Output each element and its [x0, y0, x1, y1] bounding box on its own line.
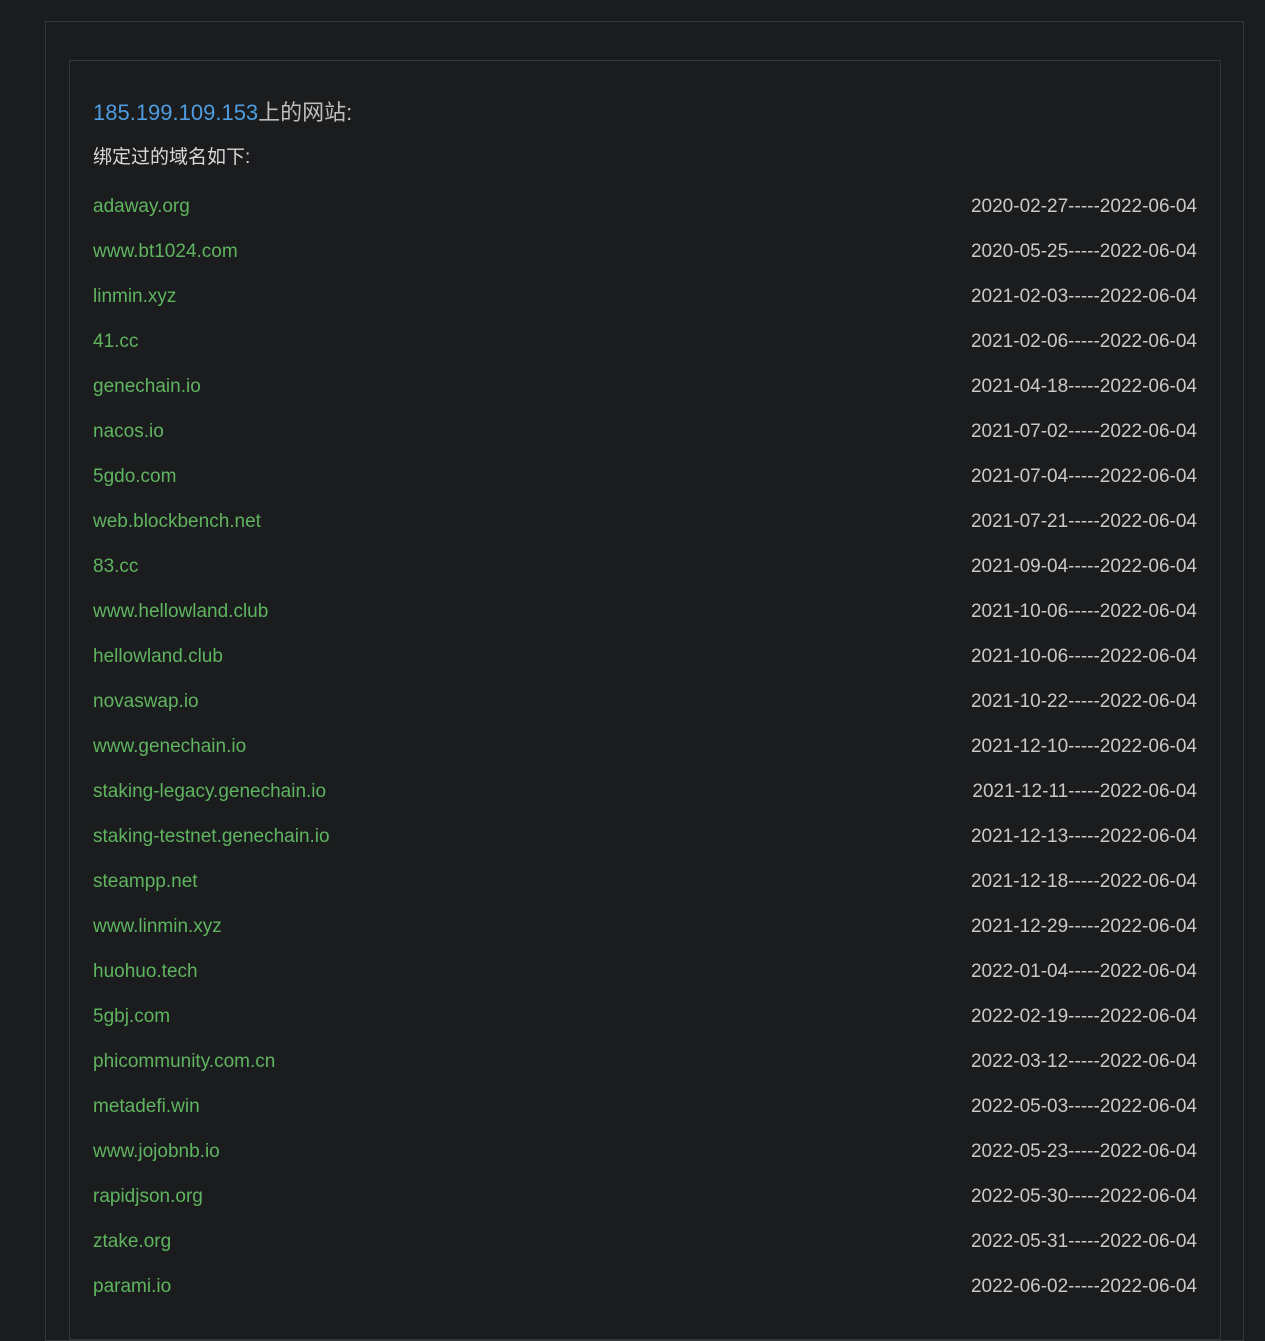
- list-item: adaway.org 2020-02-27-----2022-06-04: [93, 184, 1197, 229]
- list-item: 83.cc 2021-09-04-----2022-06-04: [93, 544, 1197, 589]
- domain-link[interactable]: www.genechain.io: [93, 736, 246, 758]
- list-item: www.hellowland.club 2021-10-06-----2022-0…: [93, 589, 1197, 634]
- domain-link[interactable]: web.blockbench.net: [93, 511, 261, 533]
- domain-link[interactable]: www.bt1024.com: [93, 241, 238, 263]
- site-list-content: 185.199.109.153上的网站: 绑定过的域名如下: adaway.or…: [93, 94, 1197, 1309]
- domain-link[interactable]: 41.cc: [93, 331, 138, 353]
- date-range: 2021-02-06-----2022-06-04: [970, 330, 1197, 352]
- domain-link[interactable]: metadefi.win: [93, 1096, 200, 1118]
- list-item: linmin.xyz 2021-02-03-----2022-06-04: [93, 274, 1197, 319]
- domain-link[interactable]: 5gdo.com: [93, 466, 176, 488]
- title-suffix: 上的网站:: [258, 100, 353, 125]
- date-range: 2020-02-27-----2022-06-04: [970, 195, 1197, 217]
- date-range: 2022-05-31-----2022-06-04: [970, 1230, 1197, 1252]
- domain-link[interactable]: rapidjson.org: [93, 1186, 203, 1208]
- date-range: 2021-12-13-----2022-06-04: [970, 825, 1197, 847]
- domain-link[interactable]: genechain.io: [93, 376, 201, 398]
- domain-link[interactable]: 83.cc: [93, 556, 138, 578]
- list-item: 5gbj.com 2022-02-19-----2022-06-04: [93, 994, 1197, 1039]
- date-range: 2022-05-03-----2022-06-04: [970, 1095, 1197, 1117]
- list-item: www.jojobnb.io 2022-05-23-----2022-06-04: [93, 1129, 1197, 1174]
- list-item: staking-legacy.genechain.io 2021-12-11---…: [93, 769, 1197, 814]
- date-range: 2021-07-21-----2022-06-04: [970, 510, 1197, 532]
- date-range: 2022-05-30-----2022-06-04: [970, 1185, 1197, 1207]
- page-title: 185.199.109.153上的网站:: [93, 94, 1197, 132]
- domain-link[interactable]: nacos.io: [93, 421, 164, 443]
- list-item: ztake.org 2022-05-31-----2022-06-04: [93, 1219, 1197, 1264]
- bound-domains-heading: 绑定过的域名如下:: [93, 147, 251, 168]
- date-range: 2021-10-22-----2022-06-04: [970, 690, 1197, 712]
- domain-link[interactable]: steampp.net: [93, 871, 198, 893]
- list-item: 5gdo.com 2021-07-04-----2022-06-04: [93, 454, 1197, 499]
- date-range: 2021-04-18-----2022-06-04: [970, 375, 1197, 397]
- list-item: parami.io 2022-06-02-----2022-06-04: [93, 1264, 1197, 1309]
- date-range: 2022-05-23-----2022-06-04: [970, 1140, 1197, 1162]
- list-item: metadefi.win 2022-05-03-----2022-06-04: [93, 1084, 1197, 1129]
- domain-link[interactable]: linmin.xyz: [93, 286, 176, 308]
- list-item: www.genechain.io 2021-12-10-----2022-06-0…: [93, 724, 1197, 769]
- domain-link[interactable]: hellowland.club: [93, 646, 223, 668]
- date-range: 2022-02-19-----2022-06-04: [970, 1005, 1197, 1027]
- domain-link[interactable]: staking-legacy.genechain.io: [93, 781, 326, 803]
- ip-address[interactable]: 185.199.109.153: [93, 100, 258, 125]
- date-range: 2022-03-12-----2022-06-04: [970, 1050, 1197, 1072]
- list-item: nacos.io 2021-07-02-----2022-06-04: [93, 409, 1197, 454]
- date-range: 2021-10-06-----2022-06-04: [970, 600, 1197, 622]
- list-item: phicommunity.com.cn 2022-03-12-----2022-0…: [93, 1039, 1197, 1084]
- list-item: steampp.net 2021-12-18-----2022-06-04: [93, 859, 1197, 904]
- list-item: www.bt1024.com 2020-05-25-----2022-06-04: [93, 229, 1197, 274]
- domain-link[interactable]: ztake.org: [93, 1231, 171, 1253]
- date-range: 2021-12-29-----2022-06-04: [970, 915, 1197, 937]
- list-item: hellowland.club 2021-10-06-----2022-06-04: [93, 634, 1197, 679]
- domain-list: adaway.org 2020-02-27-----2022-06-04 www.b…: [93, 184, 1197, 1309]
- list-item: 41.cc 2021-02-06-----2022-06-04: [93, 319, 1197, 364]
- list-item: genechain.io 2021-04-18-----2022-06-04: [93, 364, 1197, 409]
- domain-link[interactable]: staking-testnet.genechain.io: [93, 826, 330, 848]
- date-range: 2021-12-11-----2022-06-04: [972, 780, 1197, 802]
- date-range: 2022-06-02-----2022-06-04: [970, 1275, 1197, 1297]
- domain-link[interactable]: www.hellowland.club: [93, 601, 268, 623]
- list-item: novaswap.io 2021-10-22-----2022-06-04: [93, 679, 1197, 724]
- domain-link[interactable]: adaway.org: [93, 196, 190, 218]
- date-range: 2021-12-10-----2022-06-04: [970, 735, 1197, 757]
- domain-link[interactable]: www.linmin.xyz: [93, 916, 222, 938]
- domain-link[interactable]: phicommunity.com.cn: [93, 1051, 275, 1073]
- date-range: 2021-12-18-----2022-06-04: [970, 870, 1197, 892]
- list-item: huohuo.tech 2022-01-04-----2022-06-04: [93, 949, 1197, 994]
- domain-link[interactable]: huohuo.tech: [93, 961, 198, 983]
- domain-link[interactable]: www.jojobnb.io: [93, 1141, 220, 1163]
- date-range: 2022-01-04-----2022-06-04: [970, 960, 1197, 982]
- list-item: staking-testnet.genechain.io 2021-12-13--…: [93, 814, 1197, 859]
- domain-link[interactable]: parami.io: [93, 1276, 171, 1298]
- domain-link[interactable]: novaswap.io: [93, 691, 199, 713]
- list-item: web.blockbench.net 2021-07-21-----2022-06…: [93, 499, 1197, 544]
- list-item: www.linmin.xyz 2021-12-29-----2022-06-04: [93, 904, 1197, 949]
- date-range: 2021-07-04-----2022-06-04: [970, 465, 1197, 487]
- date-range: 2021-07-02-----2022-06-04: [970, 420, 1197, 442]
- list-item: rapidjson.org 2022-05-30-----2022-06-04: [93, 1174, 1197, 1219]
- date-range: 2021-09-04-----2022-06-04: [970, 555, 1197, 577]
- date-range: 2020-05-25-----2022-06-04: [970, 240, 1197, 262]
- date-range: 2021-10-06-----2022-06-04: [970, 645, 1197, 667]
- domain-link[interactable]: 5gbj.com: [93, 1006, 170, 1028]
- date-range: 2021-02-03-----2022-06-04: [970, 285, 1197, 307]
